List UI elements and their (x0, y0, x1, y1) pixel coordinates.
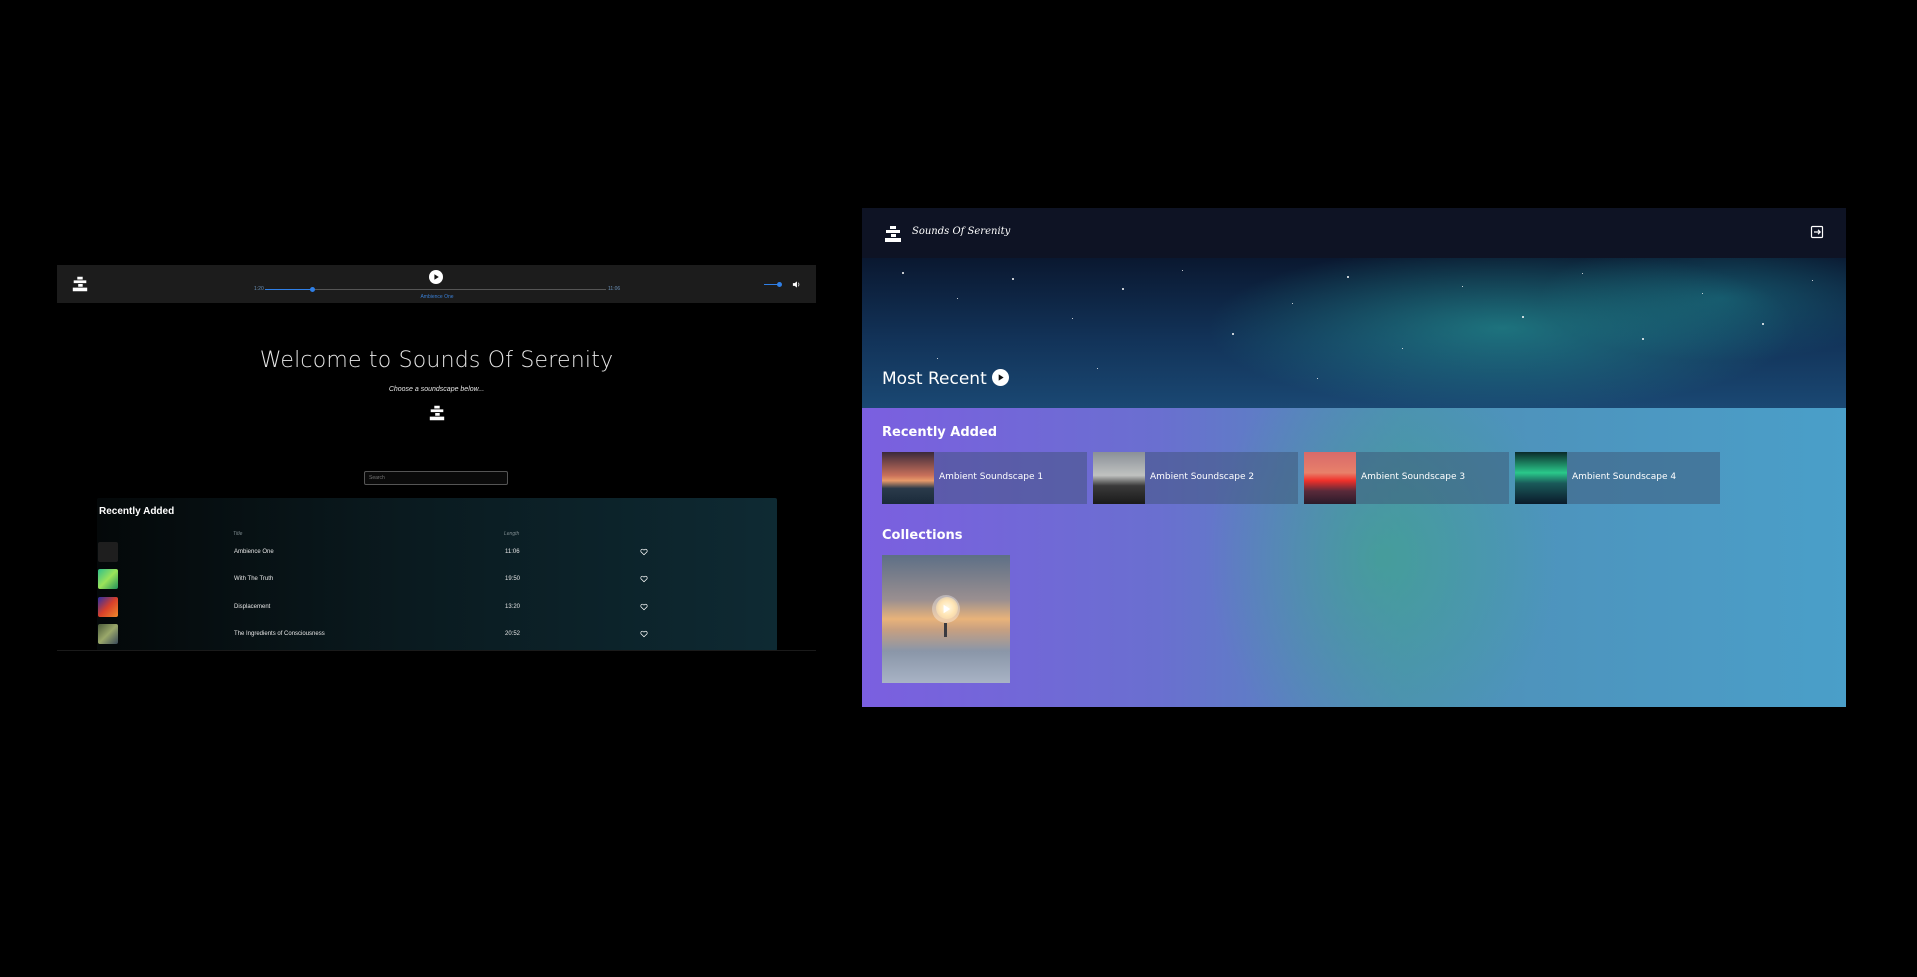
search-input[interactable] (364, 471, 508, 485)
progress-fill (265, 289, 313, 290)
star (1462, 286, 1463, 287)
soundscape-card[interactable]: Ambient Soundscape 1 (882, 452, 1087, 504)
track-length: 11:06 (505, 549, 520, 555)
stage: 1:20 11:06 Ambience One Welcome to Sound… (0, 0, 1917, 977)
star (1097, 368, 1098, 369)
star (1402, 348, 1403, 349)
star (1642, 338, 1644, 340)
star (1182, 270, 1183, 271)
most-recent-heading: Most Recent (882, 369, 987, 389)
welcome-heading: Welcome to Sounds Of Serenity (259, 348, 614, 373)
progress-slider[interactable] (265, 287, 606, 292)
collection-tile[interactable] (882, 555, 1010, 683)
soundscape-card[interactable]: Ambient Soundscape 4 (1515, 452, 1720, 504)
soundscape-card[interactable]: Ambient Soundscape 3 (1304, 452, 1509, 504)
track-thumbnail (98, 542, 118, 562)
star (1292, 303, 1293, 304)
track-length: 20:52 (505, 631, 521, 637)
recently-added-heading: Recently Added (882, 425, 998, 440)
card-label: Ambient Soundscape 1 (939, 472, 1044, 482)
star (1317, 378, 1318, 379)
logo-icon[interactable] (882, 224, 904, 244)
welcome-subtitle: Choose a soundscape below... (388, 386, 485, 393)
table-row[interactable]: The Ingredients of Consciousness 20:52 (97, 621, 777, 645)
card-thumbnail (1515, 452, 1567, 504)
play-button[interactable] (429, 270, 443, 284)
table-row[interactable]: Ambience One 11:06 (97, 539, 777, 563)
recently-added-heading: Recently Added (99, 506, 175, 517)
star (1522, 316, 1524, 318)
star (902, 272, 904, 274)
heart-icon[interactable] (640, 630, 648, 638)
column-header-title: Title (233, 531, 243, 537)
play-icon (998, 374, 1004, 381)
track-title[interactable]: Ambience One (234, 549, 274, 555)
track-thumbnail (98, 569, 118, 589)
collection-play-button[interactable] (932, 595, 960, 623)
star (1072, 318, 1073, 319)
divider (57, 650, 816, 651)
track-title[interactable]: The Ingredients of Consciousness (234, 631, 325, 637)
brand-name[interactable]: Sounds Of Serenity (912, 226, 1010, 237)
top-navbar: Sounds Of Serenity (862, 208, 1846, 258)
volume-icon[interactable] (792, 280, 801, 289)
right-app-screenshot: Sounds Of Serenity Most Recent Recently … (862, 208, 1846, 707)
table-row[interactable]: With The Truth 19:50 (97, 566, 777, 590)
logo-icon[interactable] (71, 275, 89, 293)
heart-icon[interactable] (640, 548, 648, 556)
star (1122, 288, 1124, 290)
card-thumbnail (1304, 452, 1356, 504)
star (1232, 333, 1234, 335)
star (1012, 278, 1014, 280)
column-header-length: Length (504, 531, 520, 537)
logo-icon (429, 405, 445, 421)
star (957, 298, 958, 299)
star (1762, 323, 1764, 325)
star (1582, 273, 1583, 274)
hero-banner: Most Recent (862, 258, 1846, 408)
card-thumbnail (882, 452, 934, 504)
left-app-screenshot: 1:20 11:06 Ambience One Welcome to Sound… (57, 265, 816, 651)
card-label: Ambient Soundscape 4 (1572, 472, 1677, 482)
play-icon (434, 274, 439, 280)
collections-heading: Collections (882, 528, 963, 543)
logout-icon[interactable] (1810, 225, 1824, 239)
audio-player-bar: 1:20 11:06 Ambience One (57, 265, 816, 303)
track-title[interactable]: Displacement (234, 604, 270, 610)
progress-handle[interactable] (310, 287, 316, 292)
volume-handle[interactable] (777, 282, 782, 287)
main-content: Recently Added Ambient Soundscape 1 Ambi… (862, 408, 1846, 707)
current-time: 1:20 (254, 286, 264, 292)
star (1347, 276, 1349, 278)
table-row[interactable]: Displacement 13:20 (97, 594, 777, 618)
heart-icon[interactable] (640, 575, 648, 583)
soundscape-card[interactable]: Ambient Soundscape 2 (1093, 452, 1298, 504)
total-time: 11:06 (608, 286, 621, 292)
recently-added-panel: Recently Added Title Length Ambience One… (97, 498, 777, 651)
track-length: 13:20 (505, 604, 521, 610)
figure-silhouette (944, 623, 947, 637)
card-label: Ambient Soundscape 2 (1150, 472, 1255, 482)
card-thumbnail (1093, 452, 1145, 504)
most-recent-play-button[interactable] (992, 369, 1009, 386)
track-length: 19:50 (505, 576, 521, 582)
track-thumbnail (98, 624, 118, 644)
card-label: Ambient Soundscape 3 (1361, 472, 1466, 482)
track-thumbnail (98, 597, 118, 617)
play-icon (943, 604, 951, 614)
track-title[interactable]: With The Truth (234, 576, 273, 582)
star (1702, 293, 1703, 294)
now-playing-title: Ambience One (420, 294, 454, 300)
star (1812, 280, 1813, 281)
star (937, 358, 938, 359)
heart-icon[interactable] (640, 603, 648, 611)
